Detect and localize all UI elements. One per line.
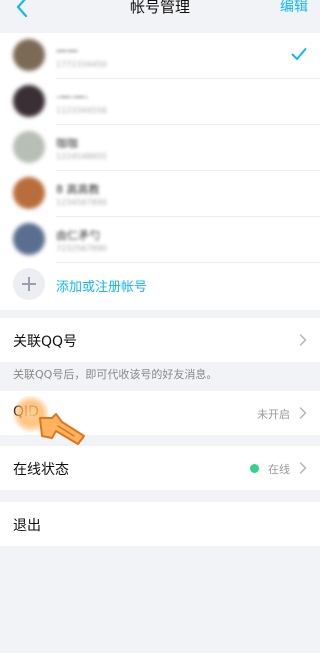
- online-status-row[interactable]: 在线状态 在线: [0, 446, 320, 490]
- account-name: 咖咖: [56, 137, 78, 150]
- add-account-button[interactable]: 添加或注册帐号: [0, 261, 320, 307]
- account-item[interactable]: ·一·一· 1123344556: [0, 79, 320, 125]
- edit-button[interactable]: 编辑: [280, 0, 308, 16]
- qid-label: QID: [13, 404, 39, 420]
- account-item[interactable]: 由仁矛勺 7232567890: [0, 217, 320, 263]
- online-status-value: 在线: [268, 463, 290, 476]
- link-qq-note: 关联QQ号后，即可代收该号的好友消息。: [13, 368, 218, 381]
- avatar: [13, 39, 45, 71]
- chevron-right-icon: [299, 462, 307, 474]
- avatar: [13, 177, 45, 209]
- plus-icon: [13, 268, 45, 300]
- avatar: [13, 223, 45, 255]
- account-number: 1772334450: [56, 60, 107, 69]
- nav-bar: 帐号管理 编辑: [0, 0, 320, 24]
- page-title: 帐号管理: [129, 0, 190, 16]
- avatar: [13, 131, 45, 163]
- chevron-right-icon: [299, 334, 307, 346]
- account-name: 一一: [56, 45, 78, 58]
- avatar: [13, 85, 45, 117]
- logout-label: 退出: [13, 518, 41, 534]
- add-account-label: 添加或注册帐号: [56, 280, 148, 295]
- account-item[interactable]: 咖咖 1224548855: [0, 125, 320, 171]
- account-number: 1123344556: [56, 106, 107, 115]
- account-item[interactable]: 一一 1772334450: [0, 33, 320, 79]
- account-name: ·一·一·: [56, 91, 89, 104]
- link-qq-label: 关联QQ号: [13, 334, 78, 350]
- logout-button[interactable]: 退出: [0, 502, 320, 546]
- account-name: 由仁矛勺: [56, 229, 100, 242]
- checkmark-icon: [291, 48, 307, 60]
- online-dot-icon: [250, 464, 259, 473]
- link-qq-row[interactable]: 关联QQ号: [0, 318, 320, 362]
- account-list: 一一 1772334450 ·一·一· 1123344556 咖咖 122454…: [0, 33, 320, 310]
- account-number: 7232567890: [56, 244, 107, 253]
- account-number: 1234567890: [56, 198, 107, 207]
- chevron-right-icon: [299, 407, 307, 419]
- qid-row[interactable]: QID 未开启: [0, 391, 320, 435]
- account-item[interactable]: 8 高高教 1234567890: [0, 171, 320, 217]
- online-status-label: 在线状态: [13, 462, 69, 478]
- account-name: 8 高高教: [56, 183, 100, 196]
- account-number: 1224548855: [56, 152, 107, 161]
- qid-status: 未开启: [257, 408, 290, 421]
